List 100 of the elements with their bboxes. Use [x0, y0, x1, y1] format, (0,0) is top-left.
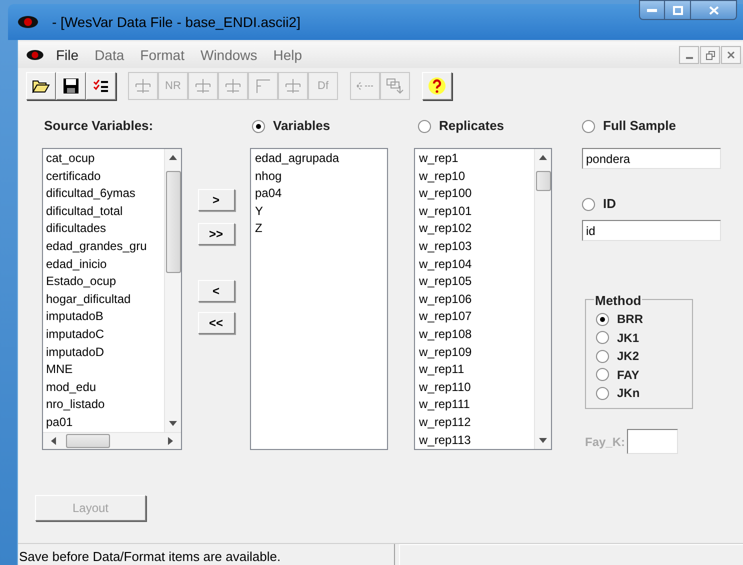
- list-item[interactable]: w_rep101: [419, 202, 534, 220]
- scroll-up-icon[interactable]: [169, 155, 177, 160]
- folder-icon: [32, 79, 50, 93]
- bracket-icon: [254, 78, 272, 94]
- list-item[interactable]: w_rep105: [419, 273, 534, 291]
- scale-icon: [134, 78, 152, 94]
- list-item[interactable]: w_rep100: [419, 185, 534, 203]
- list-item[interactable]: certificado: [46, 168, 164, 186]
- windows-icon: [386, 78, 404, 94]
- list-item[interactable]: w_rep10: [419, 168, 534, 186]
- move-button[interactable]: <: [198, 280, 234, 302]
- horizontal-scrollbar[interactable]: [43, 432, 181, 449]
- radio-button[interactable]: [596, 312, 609, 326]
- fay-k-label: Fay_K:: [585, 434, 626, 450]
- full-sample-field[interactable]: pondera: [582, 148, 721, 169]
- list-item[interactable]: imputadoD: [46, 344, 164, 362]
- full-sample-label: Full Sample: [603, 117, 676, 136]
- minimize-button[interactable]: [679, 46, 699, 64]
- list-item[interactable]: w_rep112: [419, 414, 534, 432]
- method-option-label: BRR: [617, 311, 643, 328]
- list-item[interactable]: imputadoC: [46, 326, 164, 344]
- list-item[interactable]: dificultades: [46, 220, 164, 238]
- method-option-label: JK1: [617, 330, 640, 347]
- scroll-up-icon[interactable]: [539, 155, 547, 160]
- help-icon: [428, 77, 446, 95]
- scrollbar-thumb[interactable]: [536, 171, 551, 191]
- list-item[interactable]: hogar_dificultad: [46, 290, 164, 308]
- minimize-button[interactable]: [639, 0, 665, 20]
- id-label: ID: [603, 195, 616, 214]
- source-variables-label: Source Variables:: [44, 117, 154, 135]
- list-item[interactable]: Estado_ocup: [46, 273, 164, 291]
- scroll-down-icon[interactable]: [539, 438, 547, 443]
- list-item[interactable]: cat_ocup: [46, 150, 164, 168]
- close-button[interactable]: [691, 0, 737, 20]
- radio-button[interactable]: [596, 350, 609, 363]
- restore-button[interactable]: [700, 46, 720, 64]
- scale-icon: [194, 78, 212, 94]
- list-item[interactable]: w_rep11: [419, 361, 534, 379]
- vertical-scrollbar[interactable]: [164, 149, 181, 432]
- list-item[interactable]: w_rep102: [419, 220, 534, 238]
- radio-button[interactable]: [582, 198, 595, 210]
- restore-icon: [706, 50, 714, 60]
- list-item[interactable]: w_rep103: [419, 238, 534, 256]
- list-item[interactable]: nro_listado: [46, 396, 164, 414]
- variables-label: Variables: [273, 117, 330, 136]
- list-item[interactable]: Z: [255, 220, 387, 238]
- list-item[interactable]: dificultad_6ymas: [46, 185, 164, 203]
- id-field[interactable]: id: [582, 220, 721, 241]
- minimize-icon: [686, 57, 692, 59]
- list-item[interactable]: w_rep111: [419, 396, 534, 414]
- variables-list[interactable]: edad_agrupada nhog pa04 Y Z: [250, 148, 388, 450]
- list-item[interactable]: w_rep110: [419, 378, 534, 396]
- method-option-label: JKn: [617, 385, 640, 402]
- list-item[interactable]: nhog: [255, 168, 387, 186]
- list-item[interactable]: mod_edu: [46, 378, 164, 396]
- radio-button[interactable]: [596, 386, 609, 400]
- list-item[interactable]: edad_agrupada: [255, 150, 387, 168]
- move-button[interactable]: <<: [198, 312, 234, 334]
- window-title: - [WesVar Data File - base_ENDI.ascii2]: [52, 12, 300, 32]
- list-item[interactable]: w_rep1: [419, 150, 534, 168]
- method-option-label: JK2: [617, 348, 640, 366]
- close-button[interactable]: [721, 46, 741, 64]
- source-variables-list[interactable]: cat_ocup certificado dificultad_6ymas dificultad_total dificultades edad_grandes_gru edad_inicio Estado_ocup hogar_dificultad imputadoB imputadoC imputadoD MNE mod_edu nro_listado pa01: [42, 148, 182, 450]
- status-text: Save before Data/Format items are available.: [18, 544, 395, 565]
- move-button[interactable]: >>: [198, 223, 234, 245]
- list-item[interactable]: w_rep113: [419, 432, 534, 449]
- menu-item[interactable]: File: [48, 44, 87, 66]
- scroll-right-icon: [168, 437, 173, 445]
- list-item[interactable]: edad_grandes_gru: [46, 238, 164, 256]
- maximize-icon: [672, 6, 682, 14]
- list-item[interactable]: w_rep109: [419, 344, 534, 362]
- list-item[interactable]: MNE: [46, 361, 164, 379]
- list-item[interactable]: edad_inicio: [46, 256, 164, 274]
- radio-button[interactable]: [418, 120, 431, 132]
- replicates-label: Replicates: [439, 117, 504, 136]
- maximize-button[interactable]: [665, 0, 691, 20]
- list-item[interactable]: pa01: [46, 414, 164, 432]
- replicates-list[interactable]: w_rep1 w_rep10 w_rep100 w_rep101 w_rep102 w_rep103 w_rep104 w_rep105 w_rep106 w_rep107 w_rep108 w_rep109 w_rep11 w_rep110 w_rep111 w_rep112 w_rep113: [414, 148, 552, 450]
- move-button[interactable]: >: [198, 189, 234, 211]
- list-item[interactable]: dificultad_total: [46, 202, 164, 220]
- minimize-icon: [647, 8, 657, 12]
- scrollbar-thumb[interactable]: [166, 171, 181, 273]
- scale-icon: [284, 78, 302, 94]
- list-item[interactable]: w_rep107: [419, 308, 534, 326]
- radio-button[interactable]: [596, 368, 609, 382]
- scroll-left-icon: [51, 437, 56, 445]
- radio-button[interactable]: [252, 120, 265, 132]
- list-item[interactable]: w_rep104: [419, 256, 534, 274]
- list-item[interactable]: imputadoB: [46, 308, 164, 326]
- list-item[interactable]: w_rep106: [419, 290, 534, 308]
- vertical-scrollbar[interactable]: [534, 149, 551, 449]
- list-item[interactable]: pa04: [255, 185, 387, 203]
- method-option-label: FAY: [617, 366, 640, 384]
- list-item[interactable]: Y: [255, 202, 387, 220]
- list-item[interactable]: w_rep108: [419, 326, 534, 344]
- scroll-down-icon[interactable]: [169, 421, 177, 426]
- scrollbar-thumb[interactable]: [66, 434, 110, 448]
- radio-button[interactable]: [596, 331, 609, 344]
- radio-button[interactable]: [582, 120, 595, 132]
- close-icon: [727, 51, 735, 59]
